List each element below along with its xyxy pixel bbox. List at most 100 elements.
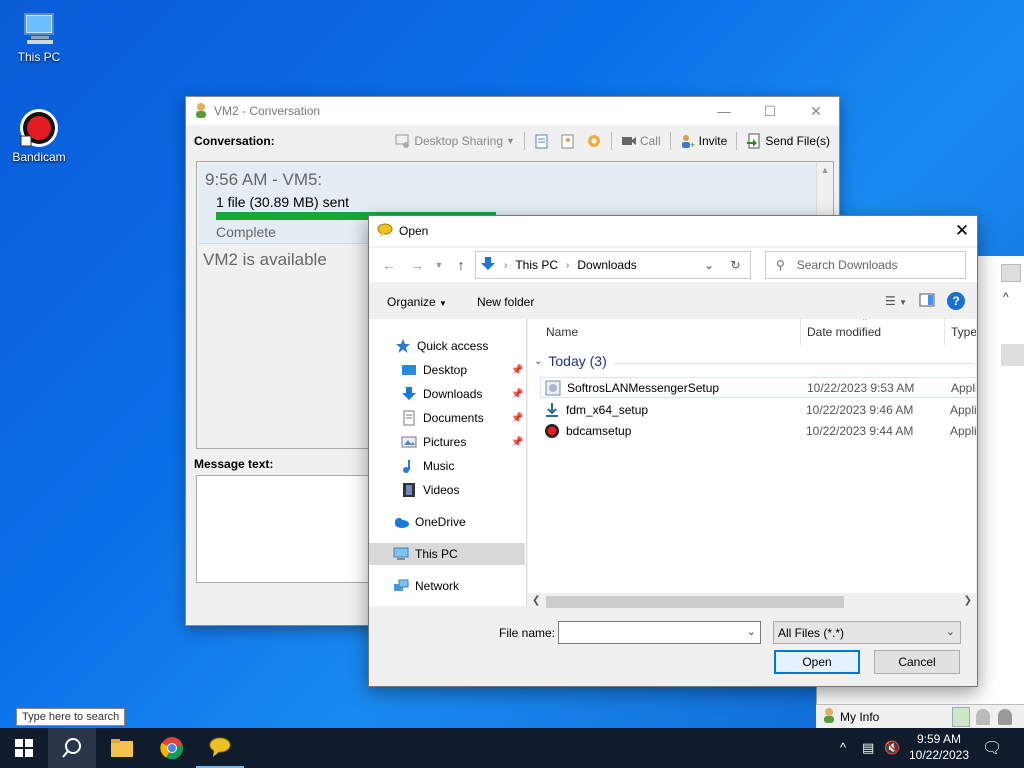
nav-onedrive[interactable]: OneDrive	[369, 511, 525, 533]
show-hidden-icons-icon[interactable]: ^	[840, 740, 846, 755]
search-input[interactable]: ⚲ Search Downloads	[765, 251, 966, 279]
nav-this-pc[interactable]: This PC	[369, 543, 525, 565]
file-row[interactable]: bdcamsetup 10/22/2023 9:44 AM Appli	[540, 420, 976, 441]
windows-logo-icon	[15, 739, 33, 757]
this-pc-desktop-icon[interactable]: This PC	[9, 8, 69, 64]
help-icon[interactable]: ?	[947, 292, 965, 310]
breadcrumb-this-pc[interactable]: This PC	[515, 258, 558, 272]
chrome-button[interactable]	[148, 728, 196, 768]
nav-quick-access[interactable]: Quick access	[369, 335, 525, 357]
minimize-button[interactable]: —	[701, 97, 747, 125]
network-icon	[393, 578, 409, 594]
chevron-down-icon: ▼	[439, 299, 447, 308]
recent-chevron-icon[interactable]: ▼	[431, 260, 447, 270]
side-window-button[interactable]	[1001, 264, 1021, 282]
scroll-right-icon[interactable]: ❯	[964, 595, 972, 606]
column-header-date[interactable]: Date modified	[807, 319, 881, 345]
cancel-button[interactable]: Cancel	[874, 650, 960, 674]
column-header-type[interactable]: Type	[951, 319, 976, 345]
pin-icon: 📌	[511, 388, 524, 400]
organize-button[interactable]: Organize ▼	[387, 295, 447, 309]
back-arrow-icon[interactable]: ←	[375, 257, 403, 273]
contacts-button[interactable]	[557, 133, 579, 149]
nav-pictures[interactable]: Pictures 📌	[369, 431, 525, 453]
volume-muted-icon[interactable]: 🔇	[884, 740, 900, 756]
side-window-selected-row[interactable]	[1001, 344, 1024, 366]
nav-music[interactable]: Music	[369, 455, 525, 477]
desktop-sharing-button[interactable]: Desktop Sharing ▼	[392, 133, 518, 149]
clock-date: 10/22/2023	[908, 748, 970, 762]
scrollbar-thumb[interactable]	[546, 596, 844, 608]
file-type: Appli	[950, 402, 976, 417]
window-title: VM2 - Conversation	[214, 104, 321, 118]
maximize-button[interactable]: ☐	[747, 97, 793, 125]
my-info-button[interactable]: My Info	[840, 710, 879, 724]
open-dialog: Open ✕ ← → ▼ ↑ › This PC › Downloads ⌄ ↻…	[368, 215, 978, 687]
message-timestamp: 9:56 AM - VM5:	[205, 170, 323, 189]
desktop-icon-label: Bandicam	[12, 150, 66, 164]
computer-icon	[393, 546, 409, 562]
messenger-app-icon	[209, 737, 231, 757]
column-header-name[interactable]: Name	[546, 319, 578, 345]
bandicam-desktop-icon[interactable]: Bandicam	[9, 108, 69, 164]
address-bar[interactable]: › This PC › Downloads ⌄	[475, 251, 751, 279]
group-header-today[interactable]: ⌄ Today (3)	[534, 353, 974, 369]
status-offline-icon[interactable]	[998, 709, 1012, 725]
file-type-filter[interactable]: All Files (*.*) ⌄	[773, 621, 961, 644]
messenger-taskbar-button[interactable]	[196, 728, 244, 768]
documents-folder-icon	[401, 410, 417, 426]
invite-icon: +	[680, 133, 696, 150]
nav-documents[interactable]: Documents 📌	[369, 407, 525, 429]
file-row[interactable]: fdm_x64_setup 10/22/2023 9:46 AM Appli	[540, 399, 976, 420]
new-folder-button[interactable]: New folder	[477, 295, 534, 309]
dialog-close-button[interactable]: ✕	[947, 216, 977, 246]
search-button[interactable]	[48, 728, 96, 768]
up-arrow-icon[interactable]: ↑	[447, 257, 475, 273]
start-button[interactable]	[0, 728, 48, 768]
scroll-left-icon[interactable]: ❮	[532, 595, 540, 606]
refresh-button[interactable]: ↻	[721, 251, 751, 279]
system-clock[interactable]: 9:59 AM 10/22/2023	[906, 731, 972, 763]
chevron-down-icon[interactable]: ⌄	[747, 625, 756, 638]
download-arrow-icon	[480, 256, 496, 275]
video-camera-icon	[621, 133, 637, 149]
view-options-icon[interactable]: ☰ ▼	[885, 294, 907, 308]
file-name: SoftrosLANMessengerSetup	[567, 380, 720, 395]
file-type: Appli	[950, 423, 976, 438]
open-button[interactable]: Open	[774, 650, 860, 674]
refresh-icon: ↻	[730, 258, 741, 272]
address-dropdown-icon[interactable]: ⌄	[698, 258, 720, 272]
file-name: fdm_x64_setup	[566, 402, 649, 417]
send-files-button[interactable]: Send File(s)	[743, 133, 833, 149]
network-status-icon[interactable]: ▤	[862, 740, 874, 756]
setup-installer-icon	[545, 380, 561, 396]
preview-pane-icon[interactable]	[919, 293, 935, 310]
close-button[interactable]: ✕	[793, 97, 839, 125]
nav-network[interactable]: Network	[369, 575, 525, 597]
scroll-up-icon[interactable]: ▲	[817, 165, 833, 175]
nav-videos[interactable]: Videos	[369, 479, 525, 501]
chevron-up-icon[interactable]: ^	[1003, 290, 1009, 304]
call-button[interactable]: Call	[618, 133, 664, 149]
file-list-pane: Name Date modified ^ Type ⌄ Today (3) So…	[528, 319, 976, 606]
file-explorer-button[interactable]	[98, 728, 146, 768]
file-row[interactable]: SoftrosLANMessengerSetup 10/22/2023 9:53…	[540, 377, 976, 398]
forward-arrow-icon[interactable]: →	[403, 257, 431, 273]
settings-button[interactable]	[583, 133, 605, 149]
notifications-icon[interactable]: 🗨	[982, 738, 1002, 758]
file-name-input[interactable]: ⌄	[558, 621, 761, 644]
chevron-down-icon: ⌄	[534, 355, 543, 367]
search-placeholder: Search Downloads	[796, 258, 898, 272]
invite-button[interactable]: + Invite	[677, 133, 731, 150]
nav-downloads[interactable]: Downloads 📌	[369, 383, 525, 405]
file-list-horizontal-scrollbar[interactable]: ❮ ❯	[528, 593, 976, 610]
nav-desktop[interactable]: Desktop 📌	[369, 359, 525, 381]
breadcrumb-downloads[interactable]: Downloads	[577, 258, 636, 272]
message-text-label: Message text:	[194, 457, 274, 471]
chrome-icon	[160, 737, 184, 760]
status-away-icon[interactable]	[976, 709, 990, 725]
history-button[interactable]	[531, 133, 553, 149]
conversation-toolbar: Conversation: Desktop Sharing ▼ Call + I…	[186, 125, 839, 157]
status-online-icon[interactable]	[952, 707, 970, 727]
pin-icon: 📌	[511, 436, 524, 448]
